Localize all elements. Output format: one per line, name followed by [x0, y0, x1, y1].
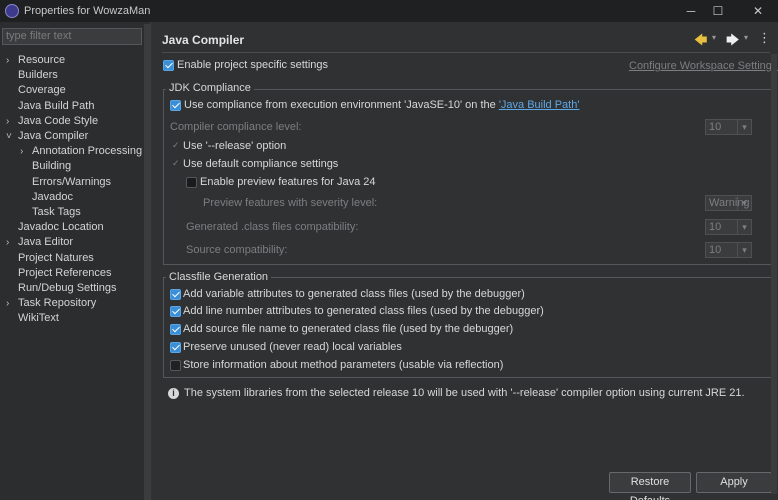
sidebar-item-label: Coverage	[18, 84, 66, 97]
sidebar-item-label: Resource	[18, 54, 66, 66]
preview-severity-select[interactable]: Warning ▾	[705, 195, 752, 211]
sidebar-item-label: Building	[32, 160, 72, 173]
filter-input[interactable]: type filter text	[2, 28, 142, 45]
chevron-icon[interactable]: ›	[20, 144, 32, 159]
eclipse-icon	[5, 4, 19, 18]
compliance-level-select[interactable]: 10 ▾	[705, 119, 752, 135]
compliance-level-label: Compiler compliance level:	[170, 121, 302, 133]
view-menu-icon[interactable]: ⋮	[758, 30, 771, 46]
sidebar-item-javadoc-location[interactable]: Javadoc Location	[6, 220, 104, 235]
method-parameters-checkbox[interactable]	[170, 360, 181, 371]
generated-compat-select[interactable]: 10 ▾	[705, 219, 752, 235]
preview-severity-label: Preview features with severity level:	[203, 197, 378, 209]
sidebar-scrollbar[interactable]	[144, 24, 150, 500]
sidebar-item-label: Task Repository	[18, 297, 97, 310]
chevron-icon[interactable]: ›	[6, 114, 18, 129]
sidebar-item-java-code-style[interactable]: › Java Code Style	[6, 114, 98, 129]
back-arrow-icon[interactable]: 🡄	[694, 31, 707, 53]
java-build-path-link[interactable]: 'Java Build Path'	[499, 99, 580, 111]
forward-menu-icon[interactable]: ▾	[744, 33, 748, 42]
sidebar-item-task-tags[interactable]: Task Tags	[20, 205, 81, 220]
sidebar-item-label: Java Code Style	[18, 114, 99, 127]
sidebar-item-java-editor[interactable]: › Java Editor	[6, 235, 73, 250]
sidebar: type filter text › Resource Builders Covera…	[0, 22, 151, 500]
info-message: The system libraries from the selected r…	[184, 387, 745, 399]
sidebar-item-label: Annotation Processing	[32, 145, 143, 158]
sidebar-item-run-debug-settings[interactable]: Run/Debug Settings	[6, 281, 116, 296]
sidebar-item-project-references[interactable]: Project References	[6, 266, 112, 281]
line-number-checkbox[interactable]	[170, 306, 181, 317]
sidebar-item-wikitext[interactable]: WikiText	[6, 311, 59, 326]
use-default-label: Use default compliance settings	[183, 158, 339, 170]
chevron-down-icon: ▾	[737, 243, 751, 257]
sidebar-item-javadoc[interactable]: Javadoc	[20, 190, 73, 205]
page-title: Java Compiler	[162, 33, 245, 47]
source-file-label: Add source file name to generated class …	[183, 323, 514, 335]
window-title: Properties for WowzaMan	[24, 5, 151, 17]
sidebar-item-builders[interactable]: Builders	[6, 68, 58, 83]
source-file-checkbox[interactable]	[170, 324, 181, 335]
configure-workspace-link[interactable]: Configure Workspace Settings...	[629, 60, 778, 72]
chevron-icon[interactable]: ›	[6, 235, 18, 250]
enable-specific-label: Enable project specific settings	[177, 59, 329, 71]
title-bar: Properties for WowzaMan ─ ☐ ✕	[0, 0, 778, 22]
sidebar-item-java-compiler[interactable]: ˅ Java Compiler	[6, 129, 88, 144]
restore-defaults-button[interactable]: Restore Defaults	[609, 472, 691, 500]
sidebar-item-label: Project References	[18, 266, 112, 279]
classfile-generation-title: Classfile Generation	[166, 271, 272, 283]
sidebar-item-annotation-processing[interactable]: › Annotation Processing	[20, 144, 142, 159]
info-icon: i	[168, 388, 179, 399]
sidebar-item-label: Java Build Path	[18, 99, 95, 112]
source-compat-select[interactable]: 10 ▾	[705, 242, 752, 258]
forward-arrow-icon[interactable]: 🡆	[726, 31, 739, 53]
maximize-button[interactable]: ☐	[707, 2, 729, 20]
sidebar-item-label: Javadoc Location	[18, 221, 104, 234]
use-compliance-checkbox[interactable]	[170, 100, 181, 111]
source-compat-label: Source compatibility:	[186, 244, 288, 256]
chevron-down-icon: ▾	[737, 120, 751, 134]
use-release-label: Use '--release' option	[183, 140, 287, 152]
sidebar-item-coverage[interactable]: Coverage	[6, 83, 66, 98]
sidebar-item-project-natures[interactable]: Project Natures	[6, 251, 94, 266]
enable-preview-checkbox[interactable]	[186, 177, 197, 188]
minimize-button[interactable]: ─	[680, 2, 702, 20]
sidebar-item-label: Builders	[18, 69, 58, 82]
sidebar-item-label: Java Editor	[18, 236, 74, 249]
sidebar-item-resource[interactable]: › Resource	[6, 53, 65, 68]
back-menu-icon[interactable]: ▾	[712, 33, 716, 42]
enable-preview-label: Enable preview features for Java 24	[200, 176, 376, 188]
sidebar-item-label: Errors/Warnings	[32, 175, 112, 188]
chevron-down-icon: ▾	[737, 220, 751, 234]
variable-attributes-label: Add variable attributes to generated cla…	[183, 288, 525, 300]
chevron-icon[interactable]: ˅	[6, 129, 18, 144]
chevron-icon[interactable]: ›	[6, 296, 18, 311]
sidebar-item-label: Javadoc	[32, 190, 73, 203]
jdk-compliance-title: JDK Compliance	[166, 82, 254, 94]
sidebar-item-label: Task Tags	[32, 206, 81, 218]
sidebar-item-java-build-path[interactable]: Java Build Path	[6, 99, 94, 114]
chevron-down-icon: ▾	[737, 196, 751, 210]
sidebar-item-label: Run/Debug Settings	[18, 282, 117, 294]
sidebar-item-errors-warnings[interactable]: Errors/Warnings	[20, 175, 111, 190]
sidebar-item-label: Java Compiler	[18, 130, 89, 142]
close-button[interactable]: ✕	[747, 2, 769, 20]
preserve-unused-label: Preserve unused (never read) local varia…	[183, 341, 402, 353]
variable-attributes-checkbox[interactable]	[170, 289, 181, 300]
chevron-icon[interactable]: ›	[6, 53, 18, 68]
apply-button[interactable]: Apply	[696, 472, 772, 493]
method-parameters-label: Store information about method parameter…	[183, 359, 504, 371]
release-check-icon: ✓	[172, 140, 180, 150]
use-compliance-label: Use compliance from execution environmen…	[184, 99, 580, 111]
sidebar-item-task-repository[interactable]: › Task Repository	[6, 296, 96, 311]
line-number-label: Add line number attributes to generated …	[183, 305, 544, 317]
enable-specific-checkbox[interactable]	[163, 60, 174, 71]
default-check-icon: ✓	[172, 158, 180, 168]
sidebar-item-building[interactable]: Building	[20, 159, 71, 174]
generated-compat-label: Generated .class files compatibility:	[186, 221, 359, 233]
content-scrollbar[interactable]	[771, 54, 777, 494]
preserve-unused-checkbox[interactable]	[170, 342, 181, 353]
sidebar-item-label: WikiText	[18, 312, 59, 325]
sidebar-item-label: Project Natures	[18, 251, 94, 264]
header-divider	[162, 52, 770, 53]
